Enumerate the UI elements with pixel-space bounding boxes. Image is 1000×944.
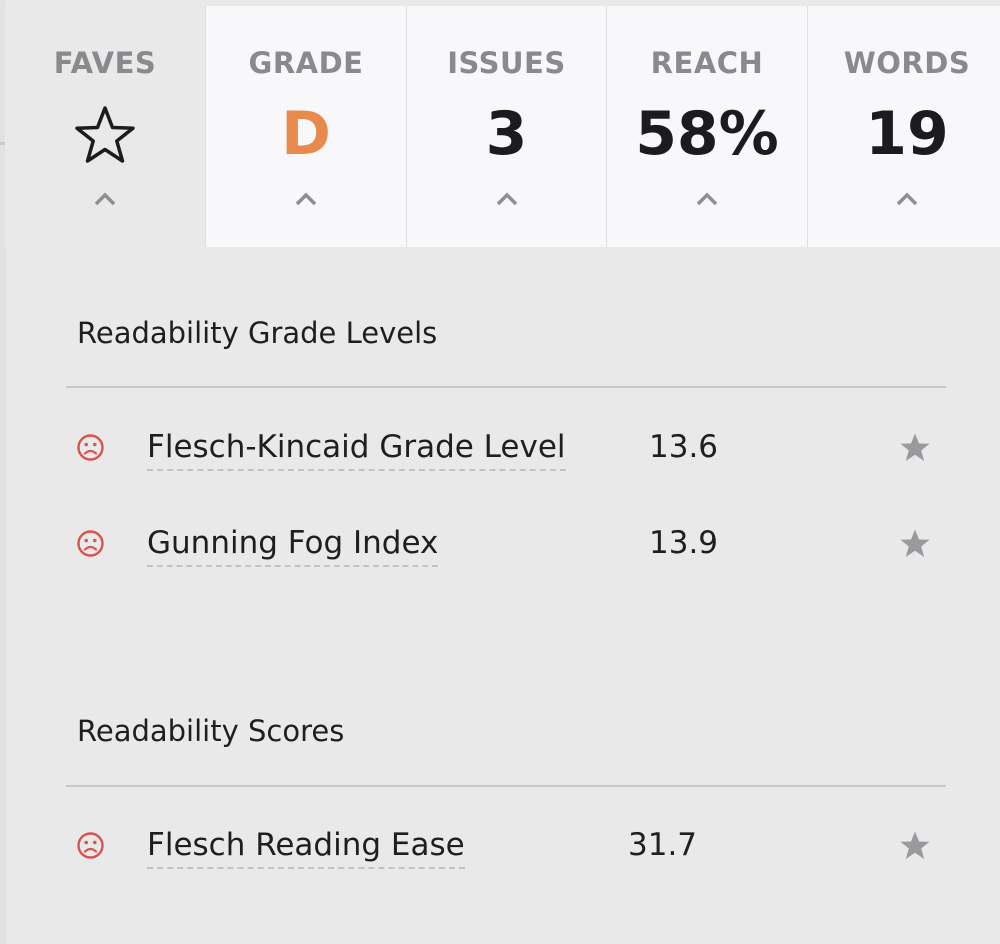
issues-value: 3 [485,99,528,169]
metric-name-link[interactable]: Gunning Fog Index [147,523,439,567]
star-icon[interactable] [899,528,931,559]
metric-value: 31.7 [628,827,698,863]
metric-row: Flesch Reading Ease 31.7 [0,816,1000,876]
sad-face-icon [77,434,104,461]
chevron-up-icon [696,192,718,206]
reach-value: 58% [635,99,779,169]
tab-faves[interactable]: FAVES [5,6,205,247]
metric-name-link[interactable]: Flesch Reading Ease [147,825,465,869]
tab-issues[interactable]: ISSUES 3 [406,6,606,247]
metric-row: Flesch-Kincaid Grade Level 13.6 [0,418,1000,478]
star-outline-icon [75,106,135,163]
tab-grade[interactable]: GRADE D [205,6,406,247]
section-divider [66,785,946,787]
chevron-up-icon [295,192,317,206]
tab-reach[interactable]: REACH 58% [606,6,807,247]
sad-face-icon [77,530,104,557]
words-value: 19 [865,99,949,169]
chevron-up-icon [496,192,517,206]
section-title-scores: Readability Scores [77,714,345,748]
tab-words[interactable]: WORDS 19 [807,6,1000,247]
star-icon[interactable] [899,830,931,861]
metric-name-link[interactable]: Flesch-Kincaid Grade Level [147,427,566,471]
tab-words-label: WORDS [843,46,971,80]
chevron-up-icon [94,192,116,206]
tab-reach-label: REACH [650,46,764,80]
section-divider [66,386,946,388]
star-icon[interactable] [899,432,931,463]
tab-faves-label: FAVES [53,46,157,80]
grade-value: D [281,99,331,169]
metric-value: 13.9 [649,525,719,561]
chevron-up-icon [896,192,918,206]
tab-issues-label: ISSUES [447,46,566,80]
section-title-grade-levels: Readability Grade Levels [77,316,438,350]
tab-grade-label: GRADE [248,46,364,80]
metric-value: 13.6 [649,429,719,465]
summary-tabs: FAVES GRADE D ISSUES 3 REACH 58% WORDS 1… [5,6,1000,247]
sad-face-icon [77,832,104,859]
metric-row: Gunning Fog Index 13.9 [0,514,1000,574]
